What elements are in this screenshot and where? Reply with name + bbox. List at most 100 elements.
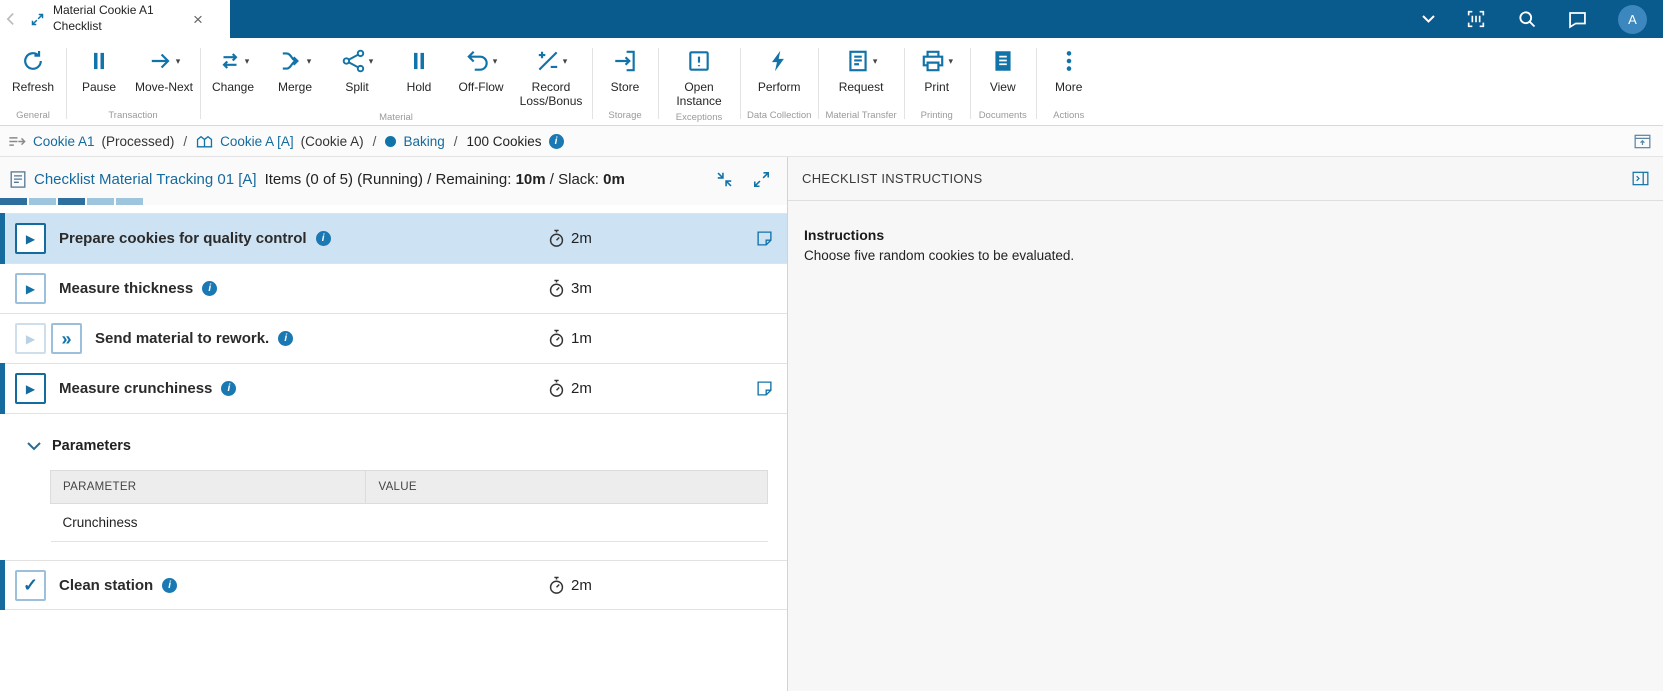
info-icon[interactable] (315, 231, 331, 246)
panel-expand-icon[interactable] (1634, 134, 1651, 149)
play-icon (26, 333, 35, 345)
avatar[interactable]: A (1618, 4, 1647, 34)
ribbon-group-printing: Print Printing (903, 38, 970, 125)
tab-title: Material Cookie A1 Checklist (53, 3, 154, 33)
column-header-value: VALUE (365, 470, 768, 504)
perform-button[interactable]: Perform (748, 38, 810, 107)
instructions-text: Choose five random cookies to be evaluat… (804, 248, 1075, 263)
checklist-panel: Checklist Material Tracking 01 [A] Items… (0, 157, 788, 691)
checklist-items: Prepare cookies for quality control 2m M… (0, 213, 787, 414)
item-label: Measure crunchiness (59, 380, 213, 397)
instructions-body: Instructions Choose five random cookies … (788, 201, 1663, 289)
record-loss-bonus-icon (535, 46, 568, 76)
checklist-title-link[interactable]: Checklist Material Tracking 01 [A] (34, 171, 257, 188)
move-next-button[interactable]: Move-Next (130, 38, 198, 107)
checklist-item-send-to-rework[interactable]: Send material to rework. 1m (0, 314, 787, 364)
checklist-progress-bar (0, 198, 787, 205)
chevron-down-icon[interactable] (1422, 15, 1435, 23)
hold-icon (406, 46, 432, 76)
dropdown-caret-icon (176, 56, 181, 67)
breadcrumb: Cookie A1 (Processed) / Cookie A [A] (Co… (0, 126, 1663, 157)
tab-material-cookie-checklist[interactable]: Material Cookie A1 Checklist (20, 0, 230, 38)
off-flow-button[interactable]: Off-Flow (450, 38, 512, 109)
play-icon (26, 283, 35, 295)
tab-scroll-left-icon[interactable] (0, 0, 20, 38)
progress-segment-2 (29, 198, 56, 205)
breadcrumb-link-product[interactable]: Cookie A [A] (220, 134, 294, 149)
column-header-parameter: PARAMETER (49, 470, 367, 504)
checklist-icon (10, 170, 26, 189)
perform-icon (766, 46, 792, 76)
store-button[interactable]: Store (594, 38, 656, 107)
instructions-panel-title: CHECKLIST INSTRUCTIONS (802, 171, 983, 186)
note-icon[interactable] (756, 230, 773, 247)
parameter-value-cell[interactable] (365, 503, 768, 542)
pause-button[interactable]: Pause (68, 38, 130, 107)
stopwatch-icon (549, 329, 564, 347)
item-duration: 1m (548, 329, 592, 348)
move-next-icon (148, 46, 181, 76)
checklist-item-measure-crunchiness[interactable]: Measure crunchiness 2m (0, 363, 787, 414)
more-button[interactable]: More (1038, 38, 1100, 107)
slack-value: 0m (603, 171, 625, 188)
step-status-dot-icon (385, 135, 397, 147)
checklist-header-band: Checklist Material Tracking 01 [A] Items… (0, 157, 787, 205)
store-icon (612, 46, 638, 76)
topbar: Material Cookie A1 Checklist A (0, 0, 1663, 38)
collapse-all-icon[interactable] (715, 170, 734, 189)
breadcrumb-separator: / (453, 133, 458, 149)
expand-all-icon[interactable] (752, 170, 771, 189)
item-duration: 2m (548, 379, 592, 398)
change-icon (217, 46, 250, 76)
start-item-button[interactable] (15, 223, 46, 254)
chat-icon[interactable] (1567, 9, 1588, 30)
parameters-toggle[interactable]: Parameters (0, 414, 787, 464)
off-flow-icon (465, 46, 498, 76)
item-duration: 2m (548, 229, 592, 248)
change-button[interactable]: Change (202, 38, 264, 109)
checklist-summary: Items (0 of 5) (Running) / Remaining: 10… (264, 171, 625, 188)
topbar-actions: A (1422, 0, 1663, 38)
dropdown-caret-icon (948, 56, 953, 67)
close-tab-icon[interactable] (193, 11, 203, 28)
record-loss-bonus-button[interactable]: Record Loss/Bonus (512, 38, 590, 109)
view-button[interactable]: View (972, 38, 1034, 107)
start-item-button[interactable] (15, 273, 46, 304)
breadcrumb-quantity: 100 Cookies (466, 133, 542, 149)
checklist-item-prepare-cookies[interactable]: Prepare cookies for quality control 2m (0, 213, 787, 264)
dropdown-caret-icon (369, 56, 374, 67)
hold-button[interactable]: Hold (388, 38, 450, 109)
breadcrumb-link-material[interactable]: Cookie A1 (33, 134, 95, 149)
table-row[interactable]: Crunchiness (50, 503, 768, 542)
start-item-button[interactable] (15, 373, 46, 404)
info-icon[interactable] (202, 281, 218, 296)
breadcrumb-link-step[interactable]: Baking (403, 134, 444, 149)
note-icon[interactable] (756, 380, 773, 397)
dropdown-caret-icon (307, 56, 312, 67)
dropdown-caret-icon (245, 56, 250, 67)
breadcrumb-note: (Processed) (101, 133, 175, 149)
split-button[interactable]: Split (326, 38, 388, 109)
request-button[interactable]: Request (830, 38, 892, 107)
merge-button[interactable]: Merge (264, 38, 326, 109)
info-icon[interactable] (278, 331, 294, 346)
barcode-scan-icon[interactable] (1465, 8, 1487, 30)
info-icon[interactable] (548, 133, 564, 149)
open-instance-button[interactable]: Open Instance (660, 38, 738, 109)
print-button[interactable]: Print (906, 38, 968, 107)
item-checkbox[interactable] (15, 569, 46, 601)
search-icon[interactable] (1517, 9, 1537, 29)
instructions-panel: CHECKLIST INSTRUCTIONS Instructions Choo… (788, 157, 1663, 691)
start-item-button[interactable] (15, 323, 46, 354)
info-icon[interactable] (221, 381, 237, 396)
panel-collapse-icon[interactable] (1632, 171, 1649, 186)
skip-item-button[interactable] (51, 323, 82, 354)
checklist-item-clean-station[interactable]: Clean station 2m (0, 560, 787, 610)
refresh-icon (20, 46, 46, 76)
checklist-item-measure-thickness[interactable]: Measure thickness 3m (0, 264, 787, 314)
info-icon[interactable] (162, 577, 178, 593)
chevron-down-icon (27, 441, 41, 450)
topbar-fill (230, 0, 1422, 38)
refresh-button[interactable]: Refresh (2, 38, 64, 107)
ribbon-group-storage: Store Storage (592, 38, 658, 125)
